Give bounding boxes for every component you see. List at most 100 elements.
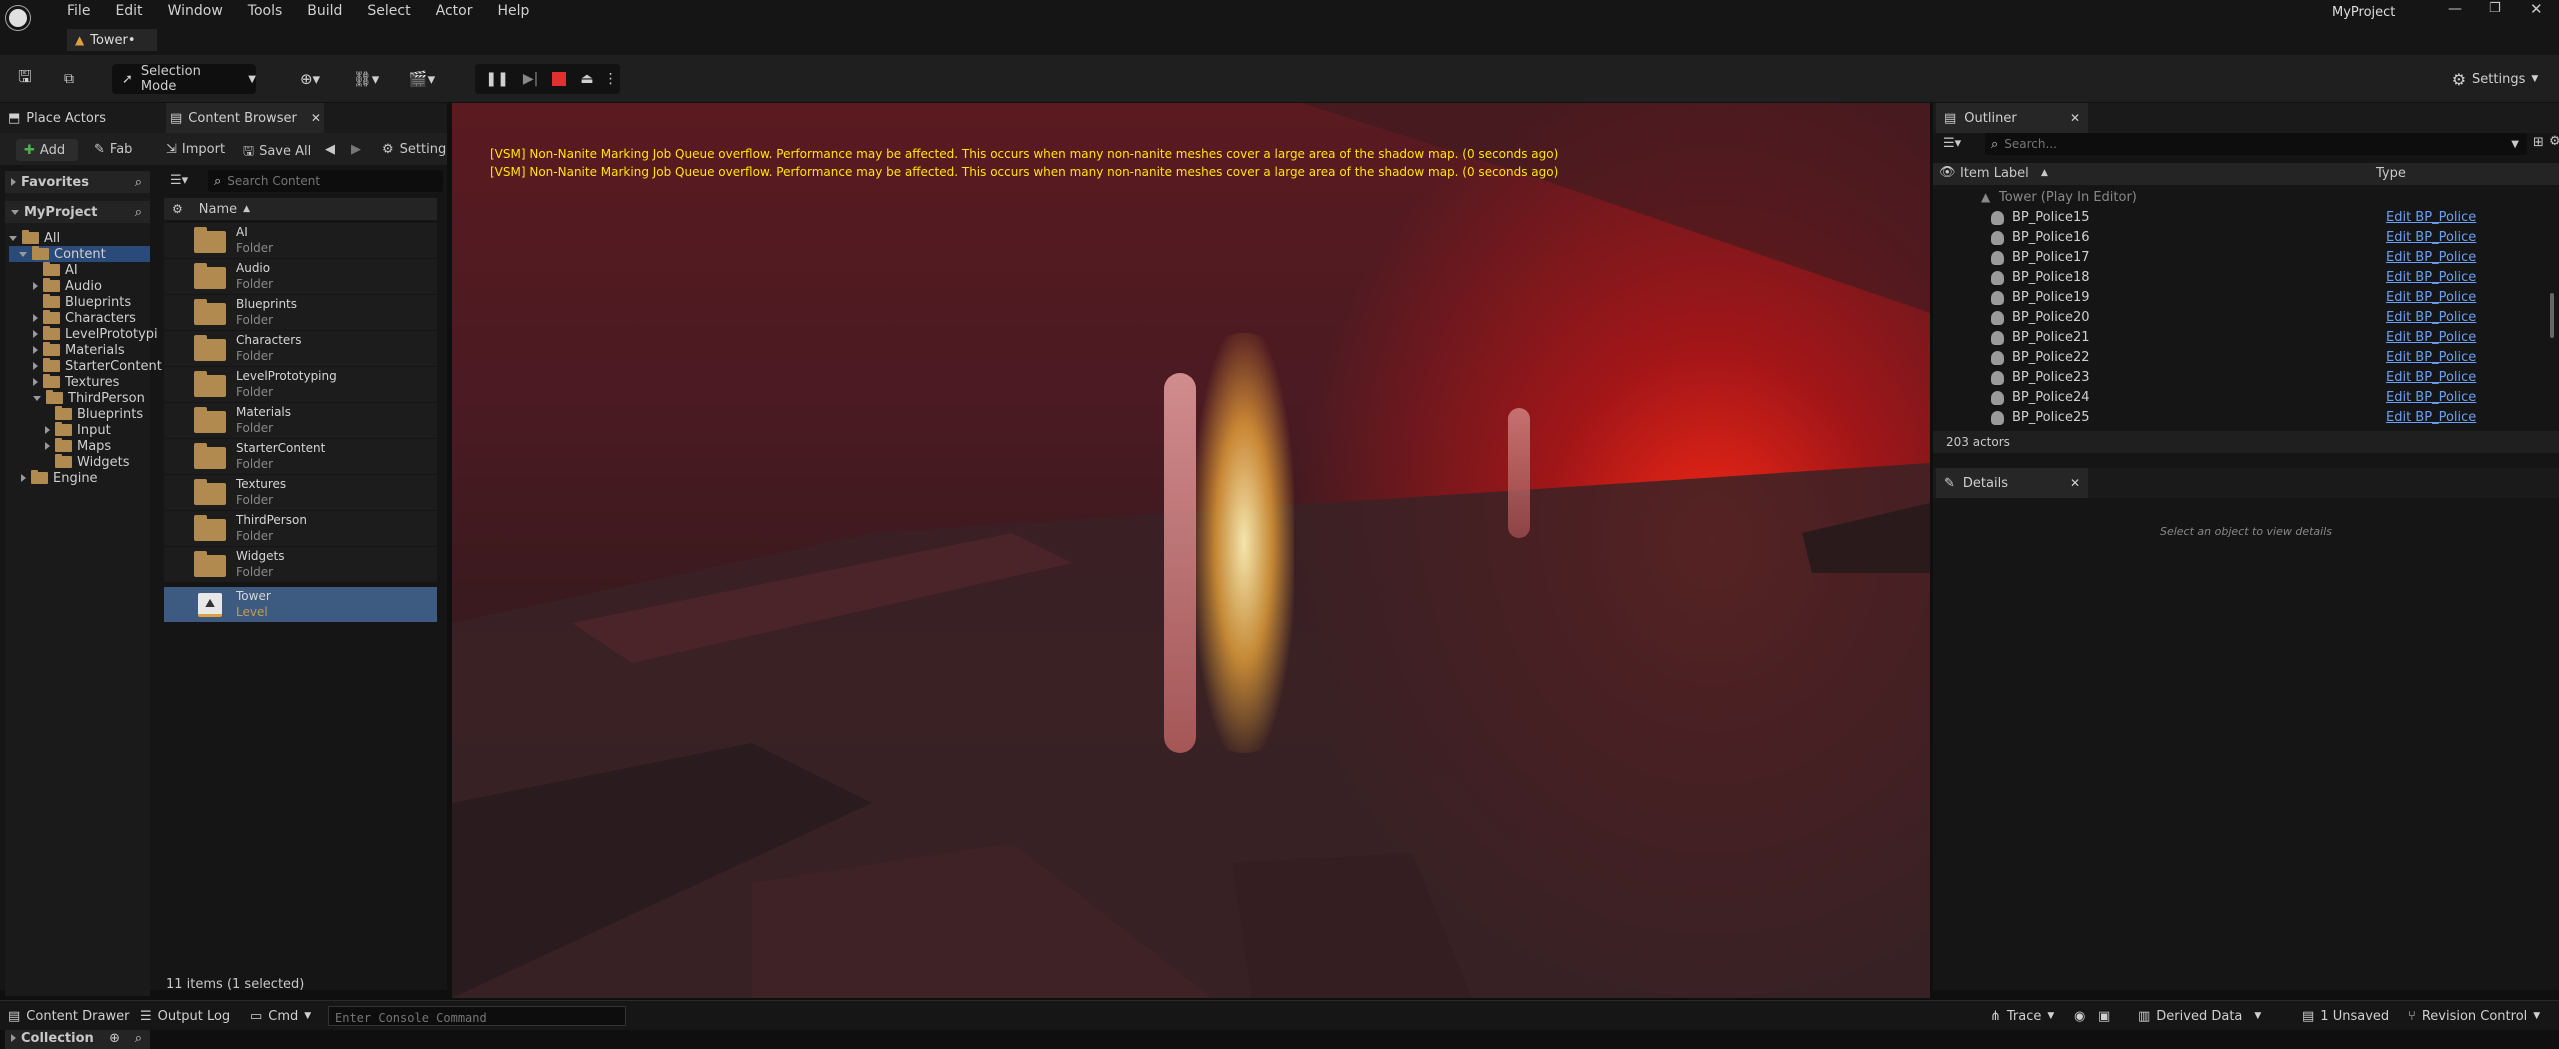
search-icon[interactable]: ⌕: [135, 205, 142, 220]
asset-item[interactable]: Widgets Folder: [164, 547, 437, 582]
menu-select[interactable]: Select: [367, 3, 410, 19]
chevron-down-icon[interactable]: ▼: [2511, 139, 2519, 150]
trace-dropdown[interactable]: ⋔ Trace ▼: [1990, 1001, 2054, 1031]
tab-details[interactable]: ✎ Details ✕: [1936, 468, 2088, 498]
outliner-scrollbar[interactable]: [2550, 293, 2554, 338]
menu-actor[interactable]: Actor: [436, 3, 473, 19]
outliner-row[interactable]: BP_Police24 Edit BP_Police: [1933, 388, 2559, 408]
step-icon[interactable]: ▶|: [523, 71, 538, 87]
more-options-icon[interactable]: ⋮: [604, 71, 618, 87]
tree-item-thirdperson[interactable]: ThirdPerson: [33, 390, 145, 406]
tree-item-blueprints[interactable]: Blueprints: [43, 294, 131, 310]
tree-item-all[interactable]: All: [9, 230, 60, 246]
content-drawer-button[interactable]: ▤ Content Drawer: [8, 1001, 129, 1031]
tree-item-ai[interactable]: AI: [43, 262, 78, 278]
derived-data-dropdown[interactable]: ▥ Derived Data ▼: [2138, 1001, 2261, 1031]
settings-button[interactable]: ⚙ Settings ▼: [2450, 64, 2540, 94]
level-tab[interactable]: ▲ Tower•: [67, 29, 157, 51]
output-log-button[interactable]: ☰ Output Log: [140, 1001, 230, 1031]
minimize-button[interactable]: —: [2448, 1, 2462, 17]
revision-control-button[interactable]: ⑂ Revision Control ▼: [2408, 1001, 2540, 1031]
selection-mode-dropdown[interactable]: ➚ Selection Mode ▼: [112, 64, 256, 94]
save-all-button[interactable]: 🖫 Save All: [243, 142, 311, 164]
type-column[interactable]: Type: [2376, 166, 2406, 181]
asset-item[interactable]: AI Folder: [164, 223, 437, 258]
outliner-root[interactable]: ▲ Tower (Play In Editor): [1933, 188, 2559, 208]
outliner-row[interactable]: BP_Police16 Edit BP_Police: [1933, 228, 2559, 248]
search-input[interactable]: [227, 174, 428, 188]
import-button[interactable]: ⇲ Import: [166, 142, 225, 157]
asset-item-selected[interactable]: ⛰ Tower Level: [164, 587, 437, 622]
asset-item[interactable]: StarterContent Folder: [164, 439, 437, 474]
cmd-dropdown[interactable]: ▭ Cmd ▼: [250, 1001, 311, 1031]
record-icon[interactable]: ◉: [2074, 1001, 2085, 1031]
outliner-row[interactable]: BP_Police23 Edit BP_Police: [1933, 368, 2559, 388]
asset-item[interactable]: Blueprints Folder: [164, 295, 437, 330]
close-window-button[interactable]: ✕: [2530, 0, 2543, 18]
level-viewport[interactable]: [VSM] Non-Nanite Marking Job Queue overf…: [452, 103, 1930, 998]
asset-item[interactable]: Characters Folder: [164, 331, 437, 366]
gear-icon[interactable]: ⚙: [2549, 134, 2559, 149]
outliner-row[interactable]: BP_Police17 Edit BP_Police: [1933, 248, 2559, 268]
eject-icon[interactable]: ⏏: [580, 71, 593, 87]
outliner-row[interactable]: BP_Police22 Edit BP_Police: [1933, 348, 2559, 368]
settings-column-icon[interactable]: ⚙: [172, 202, 183, 216]
tree-item-levelprototyping[interactable]: LevelPrototypi: [33, 326, 158, 342]
visibility-eye-icon[interactable]: 👁: [1939, 165, 1956, 180]
favorites-header[interactable]: Favorites ⌕: [5, 171, 150, 193]
fab-button[interactable]: ✎ Fab: [94, 142, 132, 157]
filter-button[interactable]: ☰▾: [1943, 136, 1961, 151]
tree-item-maps[interactable]: Maps: [45, 438, 111, 454]
tab-outliner[interactable]: ▤ Outliner ✕: [1936, 103, 2088, 133]
tree-item-widgets[interactable]: Widgets: [55, 454, 130, 470]
tree-item-textures[interactable]: Textures: [33, 374, 119, 390]
close-tab-icon[interactable]: ✕: [311, 111, 321, 125]
add-folder-icon[interactable]: ⊞: [2533, 135, 2544, 150]
menu-window[interactable]: Window: [168, 3, 223, 19]
back-icon[interactable]: ◀: [325, 142, 335, 157]
asset-item[interactable]: Audio Folder: [164, 259, 437, 294]
menu-build[interactable]: Build: [307, 3, 342, 19]
menu-edit[interactable]: Edit: [115, 3, 142, 19]
tree-item-engine[interactable]: Engine: [21, 470, 98, 486]
save-icon[interactable]: 🖫: [14, 64, 36, 94]
tree-item-characters[interactable]: Characters: [33, 310, 136, 326]
add-button[interactable]: ✚ Add: [16, 139, 78, 161]
console-input[interactable]: [329, 1009, 619, 1027]
search-content-field[interactable]: ⌕: [208, 170, 443, 192]
close-tab-icon[interactable]: ✕: [2070, 476, 2080, 490]
outliner-row[interactable]: BP_Police21 Edit BP_Police: [1933, 328, 2559, 348]
menu-tools[interactable]: Tools: [248, 3, 283, 19]
asset-item[interactable]: Materials Folder: [164, 403, 437, 438]
close-tab-icon[interactable]: ✕: [2070, 111, 2080, 125]
maximize-button[interactable]: ❐: [2489, 1, 2501, 16]
unreal-logo-icon[interactable]: [6, 6, 30, 30]
menu-help[interactable]: Help: [497, 3, 529, 19]
project-header[interactable]: MyProject ⌕: [5, 201, 150, 223]
search-icon[interactable]: ⌕: [135, 175, 142, 190]
pause-icon[interactable]: ❚❚: [485, 71, 508, 87]
tree-item-startercontent[interactable]: StarterContent: [33, 358, 162, 374]
filter-button[interactable]: ☰▾: [170, 173, 188, 188]
tab-place-actors[interactable]: ⬒ Place Actors: [8, 103, 158, 133]
asset-item[interactable]: Textures Folder: [164, 475, 437, 510]
outliner-search-input[interactable]: [2004, 137, 2485, 151]
cinematics-icon[interactable]: 🎬▾: [402, 64, 442, 94]
blueprint-icon[interactable]: ⛓▾: [346, 64, 386, 94]
content-settings-button[interactable]: ⚙ Setting: [382, 142, 447, 157]
tree-item-audio[interactable]: Audio: [33, 278, 102, 294]
console-command-field[interactable]: [328, 1006, 626, 1027]
tree-item-content[interactable]: Content: [9, 246, 150, 262]
item-label-column[interactable]: Item Label: [1960, 166, 2029, 181]
search-icon[interactable]: ⌕: [135, 1031, 142, 1046]
asset-item[interactable]: LevelPrototyping Folder: [164, 367, 437, 402]
unsaved-button[interactable]: ▤ 1 Unsaved: [2302, 1001, 2389, 1031]
outliner-search-field[interactable]: ⌕ ▼: [1985, 133, 2527, 155]
add-actor-icon[interactable]: ⊕▾: [292, 64, 328, 94]
tree-item-input[interactable]: Input: [45, 422, 111, 438]
outliner-row[interactable]: BP_Police15 Edit BP_Police: [1933, 208, 2559, 228]
forward-icon[interactable]: ▶: [351, 142, 361, 157]
name-column-header[interactable]: Name: [199, 202, 237, 217]
outliner-row[interactable]: BP_Police25 Edit BP_Police: [1933, 408, 2559, 428]
tree-item-tp-blueprints[interactable]: Blueprints: [55, 406, 143, 422]
